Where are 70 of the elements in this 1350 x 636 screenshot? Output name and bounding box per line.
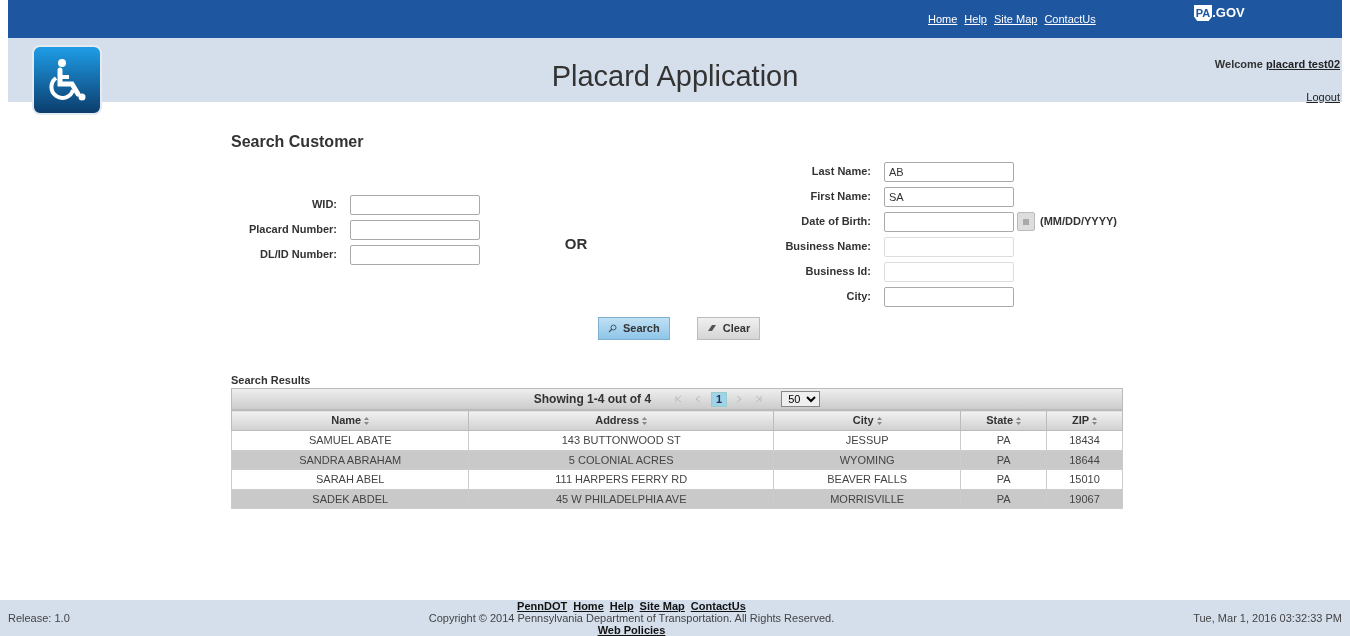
wheelchair-icon [47, 58, 87, 102]
sort-icon [642, 417, 648, 426]
table-cell: 143 BUTTONWOOD ST [468, 430, 774, 450]
table-cell: SADEK ABDEL [231, 489, 469, 509]
sort-icon [1092, 417, 1097, 426]
field-label: Business Id: [804, 264, 871, 280]
input-field[interactable] [884, 211, 1014, 232]
footer-link[interactable]: ContactUs [690, 600, 746, 612]
input-field[interactable] [350, 219, 480, 240]
footer-link[interactable]: Help [609, 600, 634, 612]
field-label: Placard Number: [247, 222, 337, 238]
column-header[interactable]: ZIP [1046, 410, 1123, 431]
nav-link[interactable]: Home [928, 10, 958, 28]
field-label: City: [845, 289, 871, 305]
field-label: WID: [310, 197, 337, 213]
nav-link[interactable]: Help [964, 10, 987, 28]
footer-link[interactable]: PennDOT [517, 600, 568, 612]
field-label: Business Name: [784, 239, 871, 255]
sort-icon [876, 417, 882, 426]
release-text: Release: 1.0 [8, 610, 70, 626]
results-title: Search Results [231, 372, 312, 388]
table-cell: SAMUEL ABATE [231, 430, 469, 450]
input-field[interactable] [350, 194, 480, 215]
timestamp-text: Tue, Mar 1, 2016 03:32:33 PM [1193, 610, 1342, 626]
column-header[interactable]: Address [468, 410, 774, 431]
welcome-text: Welcome [1214, 58, 1264, 70]
table-cell: BEAVER FALLS [773, 469, 961, 489]
nav-link[interactable]: Site Map [993, 10, 1038, 28]
page-size-select[interactable]: 50 [781, 391, 821, 407]
user-link[interactable]: placard test02 [1266, 58, 1340, 70]
search-icon [608, 323, 617, 333]
input-field[interactable]: AB [884, 161, 1014, 182]
sort-icon [364, 417, 370, 426]
eraser-icon [706, 324, 717, 333]
table-cell: 18434 [1046, 430, 1123, 450]
table-cell: SARAH ABEL [231, 469, 469, 489]
policies-link[interactable]: Web Policies [597, 624, 666, 636]
field-label: Last Name: [810, 164, 871, 180]
table-cell: JESSUP [773, 430, 961, 450]
clear-button[interactable]: Clear [696, 317, 761, 340]
column-header[interactable]: Name [231, 410, 469, 431]
input-field[interactable] [350, 244, 480, 265]
site-logo[interactable]: PA.GOV [1193, 3, 1245, 23]
page-title: Placard Application [551, 59, 799, 94]
logout-link[interactable]: Logout [1306, 88, 1340, 105]
field-label: DL/ID Number: [259, 247, 337, 263]
calendar-button[interactable] [1017, 212, 1035, 231]
search-button[interactable]: Search [598, 317, 670, 340]
nav-link[interactable]: ContactUs [1044, 10, 1096, 28]
column-header[interactable]: State [960, 410, 1047, 431]
copyright-text: Copyright © 2014 Pennsylvania Department of Transportation. All Rights Reserved. [428, 612, 835, 624]
table-cell: PA [960, 469, 1047, 489]
results-summary: Showing 1-4 out of 4 [533, 391, 652, 408]
table-cell: 15010 [1046, 469, 1123, 489]
table-cell: PA [960, 430, 1047, 450]
page-button[interactable]: 1 [711, 391, 728, 407]
date-format-hint: (MM/DD/YYYY) [1040, 214, 1117, 230]
field-label: Date of Birth: [800, 214, 871, 230]
right-arrow-icon [754, 395, 764, 403]
input-field[interactable]: SA [884, 186, 1014, 207]
field-label: First Name: [809, 189, 871, 205]
input-field[interactable] [884, 286, 1014, 307]
or-separator: OR [564, 233, 588, 254]
column-header[interactable]: City [773, 410, 961, 431]
table-cell: SANDRA ABRAHAM [231, 450, 469, 470]
footer-link[interactable]: Site Map [639, 600, 685, 612]
sort-icon [1016, 417, 1022, 426]
table-cell: 111 HARPERS FERRY RD [468, 469, 774, 489]
footer-link[interactable]: Home [573, 600, 604, 612]
section-title: Search Customer [231, 132, 365, 152]
